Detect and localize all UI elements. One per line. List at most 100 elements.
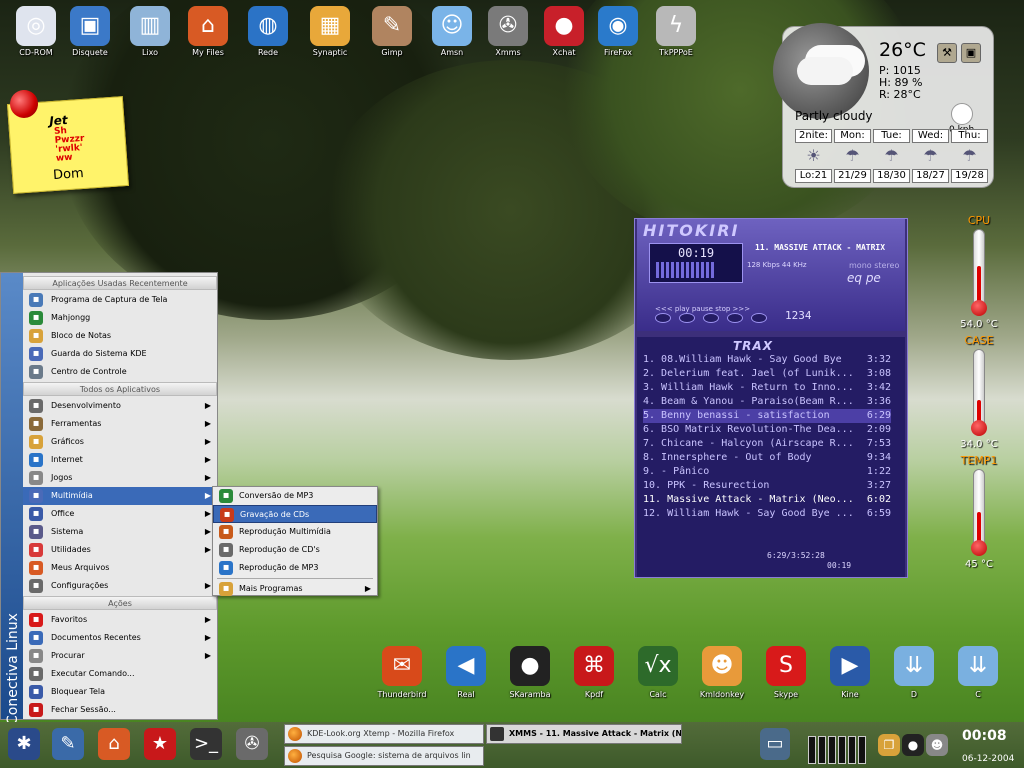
desktop-icon-amsn[interactable]: ☺ Amsn — [424, 6, 480, 57]
k-menu-button[interactable]: ✱ — [8, 728, 40, 760]
task-xmms[interactable]: XMMS - 11. Massive Attack - Matrix (N — [486, 724, 682, 744]
menu-item-desenvolvimento[interactable]: ▪ Desenvolvimento ▶ — [23, 397, 217, 415]
xmms-player[interactable]: HITOKIRI 00:19 11. MASSIVE ATTACK - MATR… — [634, 218, 908, 578]
menu-item-configuracoes[interactable]: ▪ Configurações ▶ — [23, 577, 217, 595]
playlist-item[interactable]: 9. - Pânico 1:22 — [643, 465, 891, 479]
submenu-item-reproducao-de-cd-s[interactable]: ▪ Reprodução de CD's — [213, 541, 377, 559]
show-desktop-icon[interactable]: ▭ — [760, 728, 790, 760]
playlist-item[interactable]: 10. PPK - Resurection 3:27 — [643, 479, 891, 493]
tux-icon[interactable]: ☻ — [926, 734, 948, 756]
playlist-item[interactable]: 8. Innersphere - Out of Body 9:34 — [643, 451, 891, 465]
menu-item-jogos[interactable]: ▪ Jogos ▶ — [23, 469, 217, 487]
menu-item-internet[interactable]: ▪ Internet ▶ — [23, 451, 217, 469]
dock-item-real[interactable]: ◀ Real — [434, 646, 498, 699]
playlist-item[interactable]: 3. William Hawk - Return to Inno... 3:42 — [643, 381, 891, 395]
task-label: XMMS - 11. Massive Attack - Matrix (N — [509, 729, 682, 738]
desktop-icon-tkpppoe[interactable]: ϟ TkPPPoE — [648, 6, 704, 57]
desktop-icon-firefox[interactable]: ◉ FireFox — [590, 6, 646, 57]
xmms-launcher-icon[interactable]: ✇ — [236, 728, 268, 760]
menu-item-office[interactable]: ▪ Office ▶ — [23, 505, 217, 523]
submenu-item-reproducao-de-mp3[interactable]: ▪ Reprodução de MP3 — [213, 559, 377, 577]
kate-icon[interactable]: ✎ — [52, 728, 84, 760]
playlist-item[interactable]: 12. William Hawk - Say Good Bye ... 6:59 — [643, 507, 891, 521]
submenu-item-reproducao-multimidia[interactable]: ▪ Reprodução Multimídia — [213, 523, 377, 541]
menu-item-executar-comando[interactable]: ▪ Executar Comando... — [23, 665, 217, 683]
weather-settings-icon[interactable]: ⚒ — [937, 43, 957, 63]
klipper-icon[interactable]: ❐ — [878, 734, 900, 756]
menu-item-bloquear-tela[interactable]: ▪ Bloquear Tela — [23, 683, 217, 701]
dock-item-kine[interactable]: ▶ Kine — [818, 646, 882, 699]
playlist-item[interactable]: 4. Beam & Yanou - Paraiso(Beam R... 3:36 — [643, 395, 891, 409]
menu-item-graficos[interactable]: ▪ Gráficos ▶ — [23, 433, 217, 451]
pager-desktop-4[interactable] — [838, 736, 846, 764]
menu-item-documentos-recentes[interactable]: ▪ Documentos Recentes ▶ — [23, 629, 217, 647]
pager-desktop-5[interactable] — [848, 736, 856, 764]
desktop-pager[interactable] — [808, 736, 866, 764]
dock-item-kpdf[interactable]: ⌘ Kpdf — [562, 646, 626, 699]
playlist-item[interactable]: 11. Massive Attack - Matrix (Neo... 6:02 — [643, 493, 891, 507]
submenu-item-mais-programas[interactable]: ▪ Mais Programas ▶ — [213, 580, 377, 598]
bomb-icon[interactable]: ● — [902, 734, 924, 756]
dock-item-thunderbird[interactable]: ✉ Thunderbird — [370, 646, 434, 699]
menu-item-bloco-de-notas[interactable]: ▪ Bloco de Notas — [23, 327, 217, 345]
menu-item-procurar[interactable]: ▪ Procurar ▶ — [23, 647, 217, 665]
playlist-item[interactable]: 2. Delerium feat. Jael (of Lunik... 3:08 — [643, 367, 891, 381]
menu-item-ferramentas[interactable]: ▪ Ferramentas ▶ — [23, 415, 217, 433]
menu-item-guarda-do-sistema-kde[interactable]: ▪ Guarda do Sistema KDE — [23, 345, 217, 363]
pager-desktop-6[interactable] — [858, 736, 866, 764]
stop-button[interactable] — [727, 313, 743, 323]
home-icon[interactable]: ⌂ — [98, 728, 130, 760]
xmms-eq-pl-toggle[interactable]: eq pe — [847, 271, 881, 285]
desktop-icon-xmms[interactable]: ✇ Xmms — [480, 6, 536, 57]
desktop-icon-xchat[interactable]: ● Xchat — [536, 6, 592, 57]
submenu-item-conversao-de-mp3[interactable]: ▪ Conversão de MP3 — [213, 487, 377, 505]
pager-desktop-2[interactable] — [818, 736, 826, 764]
menu-item-sistema[interactable]: ▪ Sistema ▶ — [23, 523, 217, 541]
menu-item-multimidia[interactable]: ▪ Multimídia ▶ — [23, 487, 217, 505]
menu-item-meus-arquivos[interactable]: ▪ Meus Arquivos — [23, 559, 217, 577]
playlist-item[interactable]: 7. Chicane - Halcyon (Airscape R... 7:53 — [643, 437, 891, 451]
dock-item-skaramba[interactable]: ● SKaramba — [498, 646, 562, 699]
playlist-item[interactable]: 5. Benny benassi - satisfaction 6:29 — [643, 409, 891, 423]
desktop-icon-rede[interactable]: ◍ Rede — [240, 6, 296, 57]
desktop-icon-gimp[interactable]: ✎ Gimp — [364, 6, 420, 57]
menu-item-mahjongg[interactable]: ▪ Mahjongg — [23, 309, 217, 327]
track-title: 12. William Hawk - Say Good Bye ... — [643, 508, 854, 519]
pause-button[interactable] — [703, 313, 719, 323]
chevron-right-icon: ▶ — [204, 455, 211, 464]
pager-desktop-1[interactable] — [808, 736, 816, 764]
desktop-icon-synaptic[interactable]: ▦ Synaptic — [302, 6, 358, 57]
playlist-item[interactable]: 1. 08.William Hawk - Say Good Bye 3:32 — [643, 353, 891, 367]
track-title: 9. - Pânico — [643, 466, 710, 477]
task-firefox-google[interactable]: Pesquisa Google: sistema de arquivos lin — [284, 746, 484, 766]
desktop-icon-disquete[interactable]: ▣ Disquete — [62, 6, 118, 57]
desktop-icon-lixo[interactable]: ▥ Lixo — [122, 6, 178, 57]
sticky-note[interactable]: Jet Sh Pwzzr 'rwlk' ww Dom — [7, 89, 129, 194]
dock-item-kmldonkey[interactable]: ☻ Kmldonkey — [690, 646, 754, 699]
dock-item-c[interactable]: ⇊ C — [946, 646, 1010, 699]
submenu-item-gravacao-de-cds[interactable]: ▪ Gravação de CDs — [213, 505, 377, 523]
playlist-item[interactable]: 6. BSO Matrix Revolution-The Dea... 2:09 — [643, 423, 891, 437]
pager-desktop-3[interactable] — [828, 736, 836, 764]
terminal-icon[interactable]: >_ — [190, 728, 222, 760]
play-button[interactable] — [679, 313, 695, 323]
menu-item-programa-de-captura-de-tela[interactable]: ▪ Programa de Captura de Tela — [23, 291, 217, 309]
dock-item-calc[interactable]: √x Calc — [626, 646, 690, 699]
desktop-icon-cd-rom[interactable]: ◎ CD-ROM — [8, 6, 64, 57]
menu-item-fechar-sessao[interactable]: ▪ Fechar Sessão... — [23, 701, 217, 719]
menu-item-label: Centro de Controle — [51, 367, 127, 376]
clock-time[interactable]: 00:08 — [962, 728, 1007, 744]
previous-button[interactable] — [655, 313, 671, 323]
menu-item-favoritos[interactable]: ▪ Favoritos ▶ — [23, 611, 217, 629]
task-firefox-kdelook[interactable]: KDE-Look.org Xtemp - Mozilla Firefox — [284, 724, 484, 744]
next-button[interactable] — [751, 313, 767, 323]
weather-widget: 26°C ⚒ ▣ P: 1015 H: 89 % R: 28°C 0 kph P… — [773, 23, 994, 188]
track-title: 7. Chicane - Halcyon (Airscape R... — [643, 438, 854, 449]
dock-item-d[interactable]: ⇊ D — [882, 646, 946, 699]
dock-item-skype[interactable]: S Skype — [754, 646, 818, 699]
desktop-icon-my-files[interactable]: ⌂ My Files — [180, 6, 236, 57]
weather-refresh-icon[interactable]: ▣ — [961, 43, 981, 63]
menu-item-utilidades[interactable]: ▪ Utilidades ▶ — [23, 541, 217, 559]
favorites-star-icon[interactable]: ★ — [144, 728, 176, 760]
menu-item-centro-de-controle[interactable]: ▪ Centro de Controle — [23, 363, 217, 381]
